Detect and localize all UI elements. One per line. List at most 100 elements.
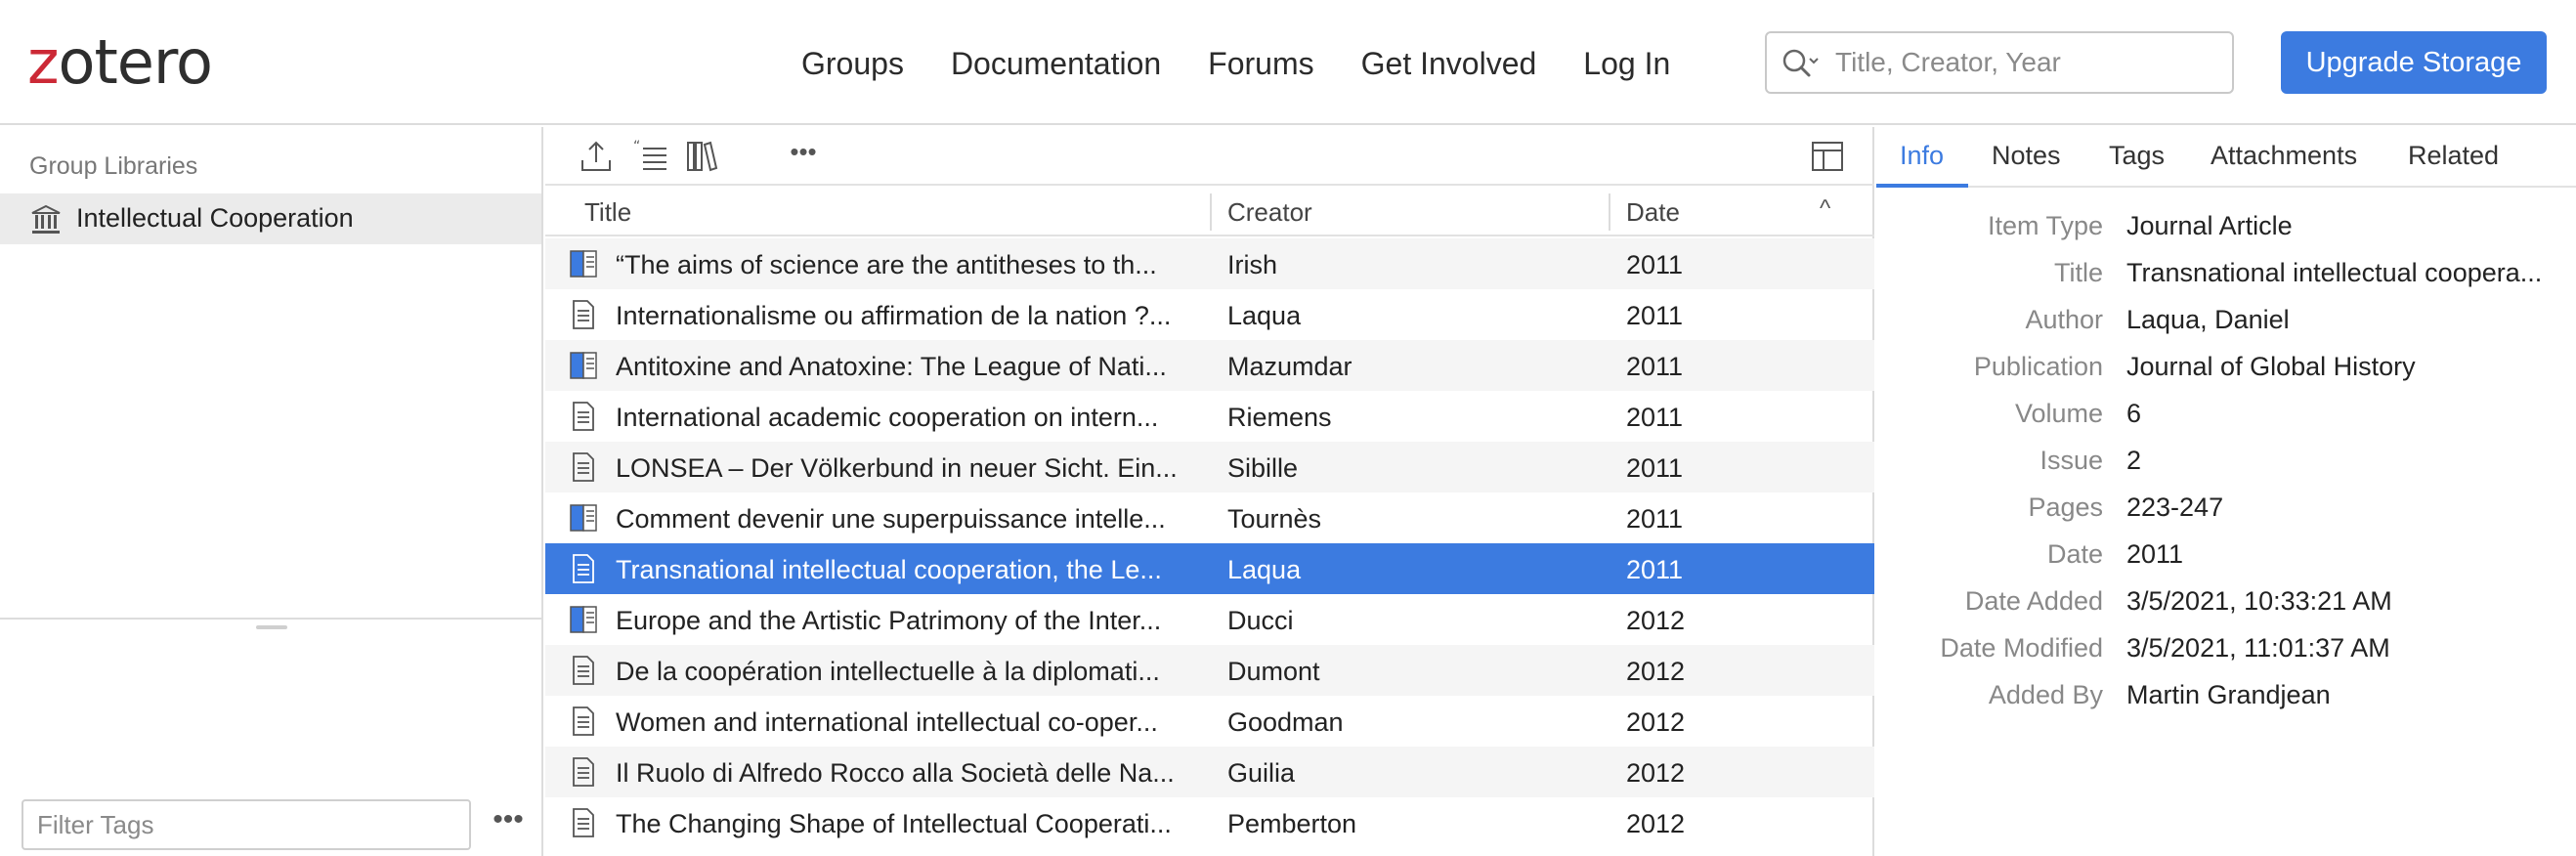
search-input[interactable]	[1835, 41, 2222, 84]
column-title[interactable]: Title	[584, 197, 631, 228]
field-label: Date Modified	[1940, 633, 2103, 663]
main-nav: Groups Documentation Forums Get Involved…	[801, 39, 1717, 88]
row-title: Antitoxine and Anatoxine: The League of …	[616, 352, 1167, 381]
info-field-row: Date Added 3/5/2021, 10:33:21 AM	[1876, 580, 2576, 627]
table-row[interactable]: Antitoxine and Anatoxine: The League of …	[545, 340, 1874, 391]
row-title: LONSEA – Der Völkerbund in neuer Sicht. …	[616, 453, 1178, 483]
row-title: “The aims of science are the antitheses …	[616, 250, 1157, 279]
field-value[interactable]: Martin Grandjean	[2126, 680, 2566, 710]
tab-info[interactable]: Info	[1900, 141, 1944, 171]
more-actions-button[interactable]: •••	[784, 137, 823, 176]
column-separator[interactable]	[1609, 193, 1610, 231]
table-row[interactable]: Internationalisme ou affirmation de la n…	[545, 289, 1874, 340]
library-item-intellectual-cooperation[interactable]: Intellectual Cooperation	[0, 193, 541, 244]
nav-log-in[interactable]: Log In	[1583, 39, 1670, 88]
row-creator: Guilia	[1227, 758, 1296, 788]
table-row[interactable]: Europe and the Artistic Patrimony of the…	[545, 594, 1874, 645]
document-icon	[569, 655, 598, 686]
info-field-row: Author Laqua, Daniel	[1876, 299, 2576, 346]
info-field-row: Date 2011	[1876, 534, 2576, 580]
field-value[interactable]: 3/5/2021, 11:01:37 AM	[2126, 633, 2566, 663]
book-icon	[569, 502, 598, 534]
library-building-icon	[31, 204, 61, 234]
table-row[interactable]: LONSEA – Der Völkerbund in neuer Sicht. …	[545, 442, 1874, 492]
field-value[interactable]: 6	[2126, 399, 2566, 429]
info-field-row: Item Type Journal Article	[1876, 205, 2576, 252]
row-title: Women and international intellectual co-…	[616, 707, 1158, 737]
field-label: Date	[2046, 539, 2103, 569]
items-pane: “ ••• Title Creator Date ^ “The aims of …	[545, 127, 1874, 856]
row-creator: Laqua	[1227, 301, 1302, 330]
table-row[interactable]: “The aims of science are the antitheses …	[545, 238, 1874, 289]
items-toolbar: “ •••	[545, 127, 1874, 186]
library-label: Intellectual Cooperation	[76, 203, 354, 233]
book-icon	[569, 604, 598, 635]
field-value[interactable]: 223-247	[2126, 492, 2566, 523]
column-creator[interactable]: Creator	[1227, 197, 1312, 228]
items-list: “The aims of science are the antitheses …	[545, 238, 1874, 848]
row-date: 2012	[1626, 809, 1686, 838]
field-value[interactable]: Journal of Global History	[2126, 352, 2566, 382]
book-icon	[569, 350, 598, 381]
field-value[interactable]: 3/5/2021, 10:33:21 AM	[2126, 586, 2566, 617]
nav-groups[interactable]: Groups	[801, 39, 904, 88]
row-creator: Riemens	[1227, 403, 1332, 432]
row-title: Europe and the Artistic Patrimony of the…	[616, 606, 1162, 635]
field-label: Date Added	[1964, 586, 2103, 616]
field-value[interactable]: Laqua, Daniel	[2126, 305, 2566, 335]
svg-text:“: “	[633, 139, 640, 154]
upgrade-storage-button[interactable]: Upgrade Storage	[2281, 31, 2547, 94]
splitter-grip[interactable]	[256, 625, 287, 629]
tag-filter-box[interactable]	[21, 799, 471, 850]
row-date: 2012	[1626, 758, 1686, 788]
table-row[interactable]: Il Ruolo di Alfredo Rocco alla Società d…	[545, 747, 1874, 797]
tab-notes[interactable]: Notes	[1992, 141, 2061, 171]
tab-related[interactable]: Related	[2408, 141, 2499, 171]
tag-more-button[interactable]: •••	[489, 805, 528, 844]
table-row[interactable]: International academic cooperation on in…	[545, 391, 1874, 442]
nav-forums[interactable]: Forums	[1208, 39, 1313, 88]
filter-tags-input[interactable]	[23, 801, 469, 848]
table-row[interactable]: De la coopération intellectuelle à la di…	[545, 645, 1874, 696]
nav-documentation[interactable]: Documentation	[951, 39, 1161, 88]
field-label: Title	[2053, 258, 2103, 287]
sort-ascending-icon[interactable]: ^	[1820, 195, 1830, 223]
table-row[interactable]: Transnational intellectual cooperation, …	[545, 543, 1874, 594]
site-header: zotero Groups Documentation Forums Get I…	[0, 0, 2576, 125]
search-icon[interactable]	[1781, 47, 1820, 82]
search-box[interactable]	[1765, 31, 2234, 94]
column-separator[interactable]	[1210, 193, 1212, 231]
items-column-header: Title Creator Date ^	[545, 188, 1874, 236]
row-date: 2011	[1626, 301, 1684, 330]
cite-icon[interactable]: “	[631, 137, 670, 176]
row-creator: Ducci	[1227, 606, 1294, 635]
row-date: 2011	[1626, 250, 1684, 279]
nav-get-involved[interactable]: Get Involved	[1361, 39, 1537, 88]
document-icon	[569, 401, 598, 432]
table-row[interactable]: The Changing Shape of Intellectual Coope…	[545, 797, 1874, 848]
tab-tags[interactable]: Tags	[2109, 141, 2165, 171]
tab-attachments[interactable]: Attachments	[2211, 141, 2357, 171]
column-picker-icon[interactable]	[1808, 137, 1847, 176]
export-icon[interactable]	[577, 137, 616, 176]
field-label: Pages	[2028, 492, 2103, 522]
row-title: Internationalisme ou affirmation de la n…	[616, 301, 1172, 330]
row-date: 2011	[1626, 504, 1684, 534]
field-value[interactable]: Journal Article	[2126, 211, 2566, 241]
zotero-logo[interactable]: zotero	[27, 23, 213, 102]
table-row[interactable]: Comment devenir une superpuissance intel…	[545, 492, 1874, 543]
info-field-row: Pages 223-247	[1876, 487, 2576, 534]
field-value[interactable]: 2	[2126, 446, 2566, 476]
bibliography-icon[interactable]	[684, 137, 723, 176]
field-value[interactable]: Transnational intellectual coopera...	[2126, 258, 2566, 288]
document-icon	[569, 807, 598, 838]
row-creator: Dumont	[1227, 657, 1320, 686]
document-icon	[569, 299, 598, 330]
document-icon	[569, 451, 598, 483]
item-details-pane: Info Notes Tags Attachments Related Item…	[1876, 127, 2576, 856]
column-date[interactable]: Date	[1626, 197, 1680, 228]
table-row[interactable]: Women and international intellectual co-…	[545, 696, 1874, 747]
field-value[interactable]: 2011	[2126, 539, 2566, 570]
book-icon	[569, 248, 598, 279]
row-date: 2011	[1626, 555, 1684, 584]
